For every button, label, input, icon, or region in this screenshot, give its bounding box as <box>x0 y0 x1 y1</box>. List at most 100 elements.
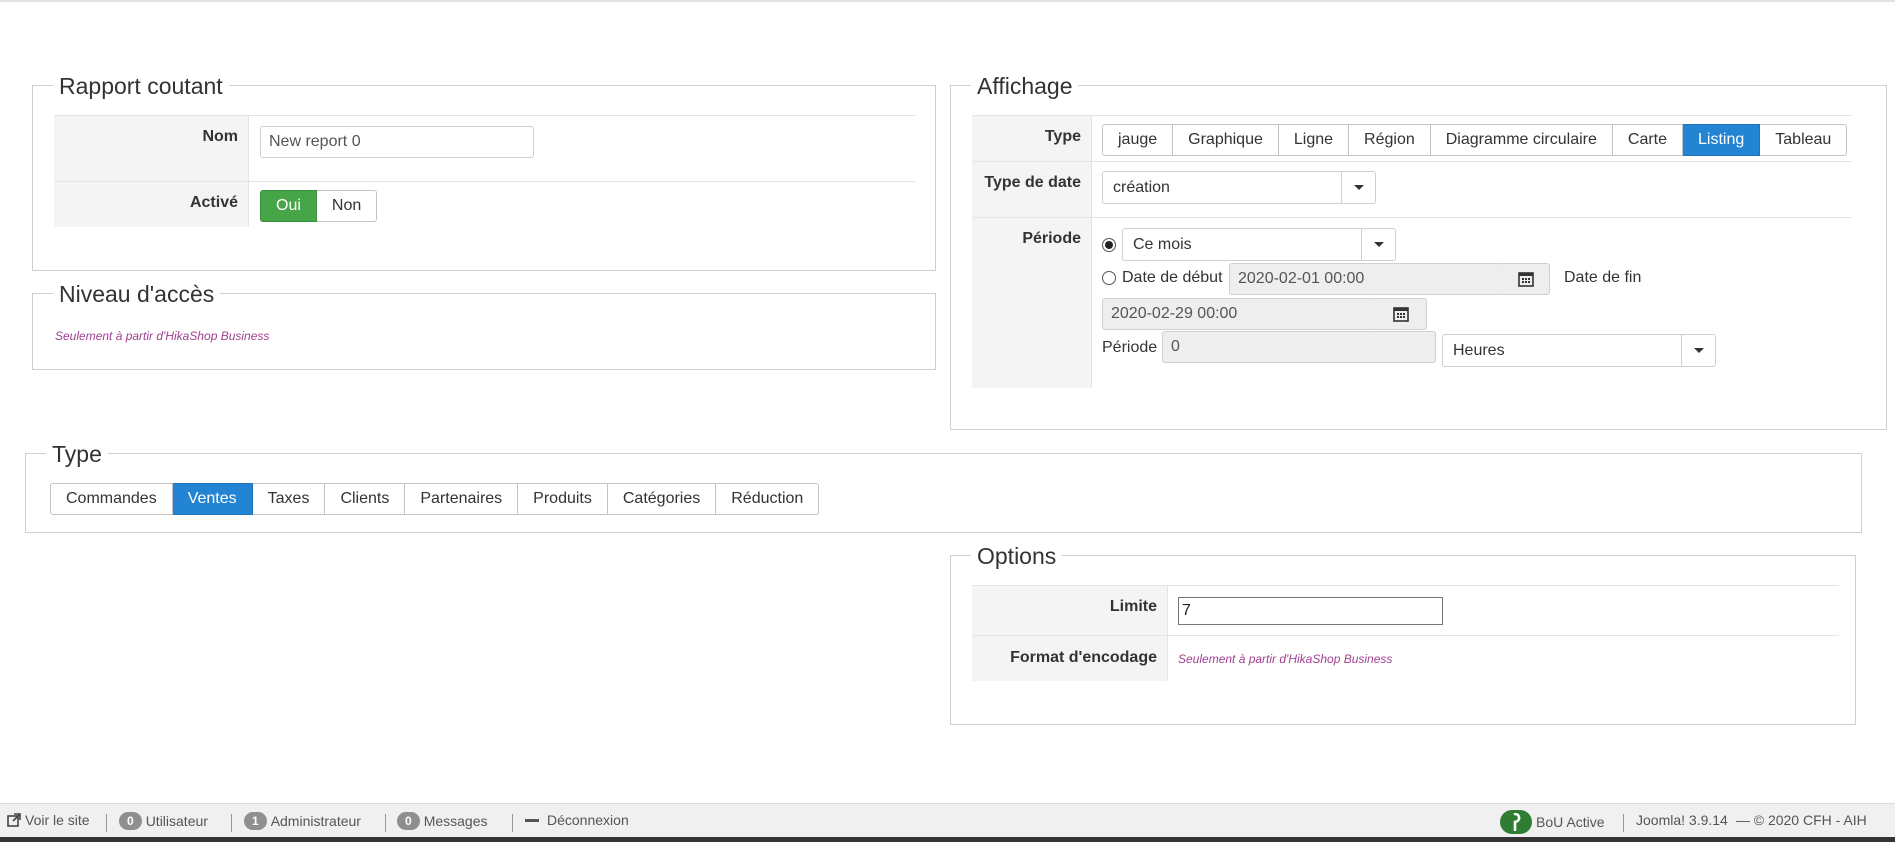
options-legend: Options <box>971 543 1063 569</box>
report-type-group: Commandes Ventes Taxes Clients Partenair… <box>50 483 820 515</box>
periode-preset-radio[interactable] <box>1102 238 1116 252</box>
type-commandes-button[interactable]: Commandes <box>50 483 173 515</box>
admin-count-badge: 1 <box>244 812 267 830</box>
nom-input[interactable]: New report 0 <box>260 126 534 158</box>
oui-button[interactable]: Oui <box>260 190 317 222</box>
limite-label-cell: Limite <box>972 586 1168 635</box>
chevron-down-icon <box>1353 185 1364 190</box>
messages-count-badge: 0 <box>397 812 420 830</box>
type-clients-button[interactable]: Clients <box>325 483 406 515</box>
active-label: Activé <box>189 194 238 211</box>
top-border <box>0 0 1895 2</box>
date-type-caret[interactable] <box>1341 172 1375 203</box>
options-fieldset: Options Limite 7 Format d'encodage Seule… <box>950 543 1856 725</box>
periode-label: Période <box>1022 230 1081 247</box>
date-fin-calendar-button[interactable] <box>1375 298 1427 330</box>
periode-inline-label: Période <box>1102 339 1158 356</box>
chevron-down-icon <box>1373 242 1384 247</box>
periode-unit-caret[interactable] <box>1681 335 1715 366</box>
status-bar: Voir le site 0 Utilisateur 1 Administrat… <box>0 803 1895 842</box>
messages-link[interactable]: 0 Messages <box>397 812 488 830</box>
format-row: Format d'encodage Seulement à partir d'H… <box>972 635 1839 681</box>
minus-icon <box>525 818 539 822</box>
date-debut-input[interactable]: 2020-02-01 00:00 <box>1229 263 1503 295</box>
format-label: Format d'encodage <box>1010 649 1157 666</box>
periode-unit-value: Heures <box>1453 342 1505 359</box>
voir-site-link[interactable]: Voir le site <box>7 812 90 828</box>
deconnexion-label: Déconnexion <box>547 812 629 828</box>
affichage-fieldset: Affichage Type jauge Graphique Ligne Rég… <box>950 73 1887 430</box>
type-produits-button[interactable]: Produits <box>518 483 608 515</box>
acces-note: Seulement à partir d'HikaShop Business <box>55 329 270 343</box>
type-categories-button[interactable]: Catégories <box>607 483 717 515</box>
rapport-fieldset: Rapport coutant Nom New report 0 Activé … <box>32 73 936 271</box>
administrateur-label: Administrateur <box>270 813 361 829</box>
periode-select-value: Ce mois <box>1133 236 1192 253</box>
separator <box>106 814 107 832</box>
active-toggle: Oui Non <box>260 190 378 222</box>
date-debut-calendar-button[interactable] <box>1502 263 1550 295</box>
type-diagramme-button[interactable]: Diagramme circulaire <box>1430 124 1613 156</box>
active-label-cell: Activé <box>54 182 249 227</box>
utilisateur-label: Utilisateur <box>145 813 208 829</box>
acces-fieldset: Niveau d'accès Seulement à partir d'Hika… <box>32 281 936 370</box>
periode-row: Période Ce mois Date de début 2020-02-01… <box>972 217 1852 388</box>
date-type-label: Type de date <box>984 174 1081 191</box>
periode-select-caret[interactable] <box>1361 229 1395 260</box>
separator <box>385 814 386 832</box>
non-button[interactable]: Non <box>316 190 378 222</box>
type-taxes-button[interactable]: Taxes <box>252 483 326 515</box>
format-note: Seulement à partir d'HikaShop Business <box>1178 652 1393 666</box>
voir-site-label: Voir le site <box>25 812 90 828</box>
nom-label-cell: Nom <box>54 116 249 181</box>
type-carte-button[interactable]: Carte <box>1612 124 1684 156</box>
deconnexion-link[interactable]: Déconnexion <box>525 812 629 828</box>
calendar-icon <box>1517 272 1534 287</box>
periode-dates-radio[interactable] <box>1102 271 1116 285</box>
date-type-value: création <box>1113 179 1170 196</box>
version-info: Joomla! 3.9.14 — © 2020 CFH - AIH <box>1636 812 1867 828</box>
nom-label: Nom <box>202 128 238 145</box>
messages-label: Messages <box>423 813 488 829</box>
version-label: Joomla! 3.9.14 <box>1636 812 1728 828</box>
external-link-icon <box>7 813 21 827</box>
periode-value-input[interactable]: 0 <box>1162 331 1436 363</box>
nom-row: Nom New report 0 <box>54 115 915 181</box>
type-label-cell: Type <box>972 116 1092 161</box>
utilisateur-count-badge: 0 <box>119 812 142 830</box>
type-jauge-button[interactable]: jauge <box>1102 124 1174 156</box>
affichage-legend: Affichage <box>971 73 1079 99</box>
type-region-button[interactable]: Région <box>1349 124 1431 156</box>
separator <box>231 814 232 832</box>
type-ventes-button[interactable]: Ventes <box>172 483 253 515</box>
limite-label: Limite <box>1109 598 1157 615</box>
administrateur-link[interactable]: 1 Administrateur <box>244 812 361 830</box>
rapport-legend: Rapport coutant <box>53 73 229 99</box>
type-reduction-button[interactable]: Réduction <box>716 483 820 515</box>
separator <box>512 814 513 832</box>
periode-select[interactable]: Ce mois <box>1122 228 1396 261</box>
active-row: Activé Oui Non <box>54 181 915 227</box>
bou-icon <box>1500 810 1532 834</box>
date-debut-label: Date de début <box>1122 269 1223 286</box>
date-fin-label: Date de fin <box>1564 269 1642 286</box>
type-partenaires-button[interactable]: Partenaires <box>405 483 519 515</box>
type-graphique-button[interactable]: Graphique <box>1173 124 1279 156</box>
bou-label: BoU Active <box>1536 814 1605 830</box>
date-type-select[interactable]: création <box>1102 171 1376 204</box>
type-listing-button[interactable]: Listing <box>1683 124 1761 156</box>
date-type-row: Type de date création <box>972 161 1852 217</box>
display-type-group: jauge Graphique Ligne Région Diagramme c… <box>1102 124 1848 156</box>
type-tableau-button[interactable]: Tableau <box>1760 124 1848 156</box>
utilisateur-link[interactable]: 0 Utilisateur <box>119 812 208 830</box>
type-row: Type jauge Graphique Ligne Région Diagra… <box>972 115 1852 161</box>
bou-status[interactable]: BoU Active <box>1500 810 1604 834</box>
calendar-icon <box>1392 307 1409 322</box>
limite-input[interactable]: 7 <box>1178 597 1443 625</box>
type-ligne-button[interactable]: Ligne <box>1278 124 1350 156</box>
date-fin-input[interactable]: 2020-02-29 00:00 <box>1102 298 1376 330</box>
type-label: Type <box>1044 128 1081 145</box>
bottom-bar <box>0 837 1895 842</box>
chevron-down-icon <box>1693 348 1704 353</box>
periode-unit-select[interactable]: Heures <box>1442 334 1716 367</box>
